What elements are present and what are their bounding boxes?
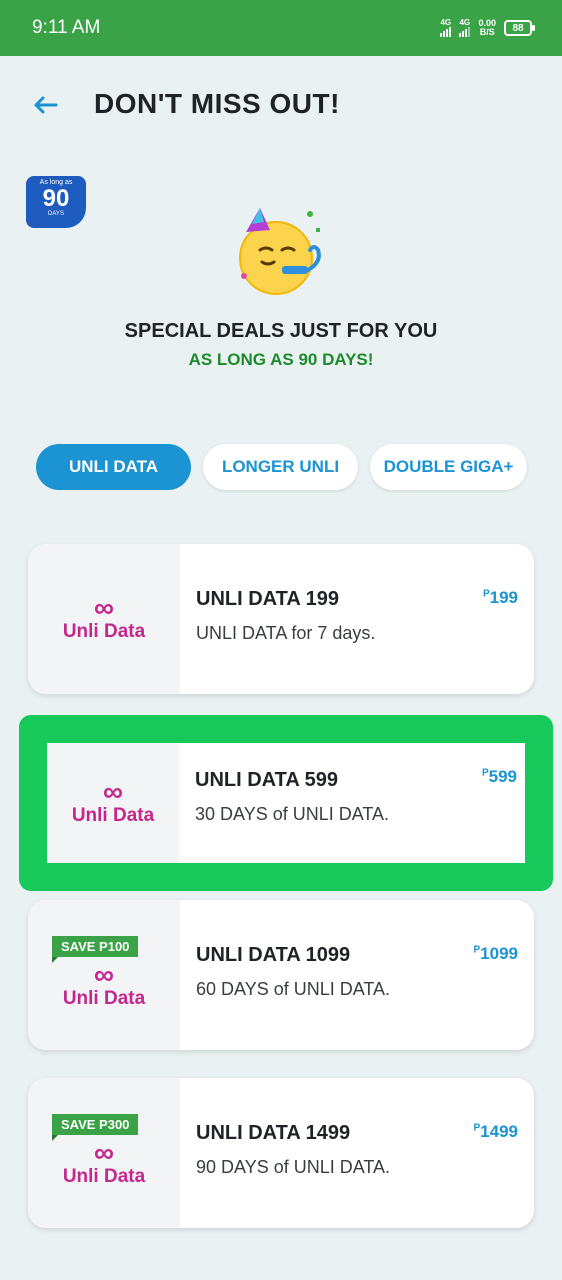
- price-value: 1499: [480, 1122, 518, 1141]
- plan-card[interactable]: SAVE P300 ∞ Unli Data UNLI DATA 1499 90 …: [28, 1078, 534, 1228]
- plan-card[interactable]: ∞ Unli Data UNLI DATA 199 UNLI DATA for …: [28, 544, 534, 694]
- plan-description: 90 DAYS of UNLI DATA.: [196, 1157, 391, 1177]
- plan-details: UNLI DATA 1499 90 DAYS of UNLI DATA. P14…: [180, 1078, 534, 1228]
- ninety-days-badge: As long as 90 DAYS: [26, 176, 86, 228]
- infinity-icon: ∞: [103, 776, 123, 807]
- tab-double-giga[interactable]: DOUBLE GIGA+: [370, 444, 527, 490]
- plan-details: UNLI DATA 599 30 DAYS of UNLI DATA. P599: [179, 743, 525, 863]
- promo-subtitle: AS LONG AS 90 DAYS!: [188, 350, 374, 369]
- status-time: 9:11 AM: [32, 17, 101, 38]
- plan-logo: ∞ Unli Data: [47, 743, 179, 863]
- plan-description: 30 DAYS of UNLI DATA.: [195, 804, 390, 824]
- status-icons: 4G 4G 0.00 B/S 88: [440, 18, 535, 37]
- logo-text: Unli Data: [62, 1166, 146, 1187]
- plan-price: P199: [483, 588, 518, 608]
- page-title: DON'T MISS OUT!: [94, 88, 340, 119]
- signal-icon: 4G: [440, 18, 452, 37]
- logo-text: Unli Data: [62, 988, 146, 1009]
- badge-bottom-text: DAYS: [48, 211, 64, 217]
- network-speed: 0.00 B/S: [478, 19, 496, 37]
- infinity-icon: ∞: [94, 1137, 114, 1168]
- save-badge: SAVE P100: [52, 936, 139, 963]
- battery-icon: 88: [504, 20, 535, 36]
- header: DON'T MISS OUT!: [0, 80, 562, 134]
- tab-longer-unli[interactable]: LONGER UNLI: [203, 444, 358, 490]
- network-type-label: 4G: [440, 18, 452, 27]
- plan-logo: SAVE P300 ∞ Unli Data: [28, 1078, 180, 1228]
- network-type-label: 4G: [459, 18, 471, 27]
- plan-description: UNLI DATA for 7 days.: [196, 623, 376, 643]
- logo-text: Unli Data: [62, 621, 146, 642]
- plan-price: P1099: [474, 944, 519, 964]
- tab-unli-data[interactable]: UNLI DATA: [36, 444, 191, 490]
- plan-logo: ∞ Unli Data: [28, 544, 180, 694]
- plan-details: UNLI DATA 199 UNLI DATA for 7 days. P199: [180, 544, 534, 694]
- infinity-icon: ∞: [94, 959, 114, 990]
- price-value: 199: [489, 588, 518, 607]
- battery-level: 88: [512, 22, 524, 34]
- selected-plan-highlight: ∞ Unli Data UNLI DATA 599 30 DAYS of UNL…: [19, 715, 553, 891]
- plan-details: UNLI DATA 1099 60 DAYS of UNLI DATA. P10…: [180, 900, 534, 1050]
- currency-symbol: P: [482, 588, 490, 600]
- status-bar: 9:11 AM 4G 4G 0.00 B/S 88: [0, 0, 562, 56]
- price-value: 1099: [480, 944, 518, 963]
- plan-logo: SAVE P100 ∞ Unli Data: [28, 900, 180, 1050]
- plan-name: UNLI DATA 599: [195, 769, 338, 791]
- save-badge: SAVE P300: [52, 1114, 139, 1141]
- arrow-left-icon: [34, 96, 58, 114]
- price-value: 599: [488, 767, 517, 786]
- badge-number: 90: [42, 185, 70, 212]
- party-face-icon: [226, 200, 336, 300]
- plan-price: P1499: [474, 1122, 519, 1142]
- plan-card[interactable]: ∞ Unli Data UNLI DATA 599 30 DAYS of UNL…: [47, 743, 525, 863]
- infinity-icon: ∞: [94, 592, 114, 623]
- back-button[interactable]: [30, 90, 60, 120]
- plan-description: 60 DAYS of UNLI DATA.: [196, 979, 391, 999]
- logo-text: Unli Data: [71, 805, 155, 826]
- signal-icon: 4G: [459, 18, 471, 37]
- plan-card[interactable]: SAVE P100 ∞ Unli Data UNLI DATA 1099 60 …: [28, 900, 534, 1050]
- currency-symbol: P: [481, 767, 489, 779]
- plan-price: P599: [482, 767, 517, 787]
- speed-unit: B/S: [479, 27, 495, 37]
- tab-bar: UNLI DATA LONGER UNLI DOUBLE GIGA+: [36, 444, 527, 490]
- promo-title: SPECIAL DEALS JUST FOR YOU: [124, 320, 438, 342]
